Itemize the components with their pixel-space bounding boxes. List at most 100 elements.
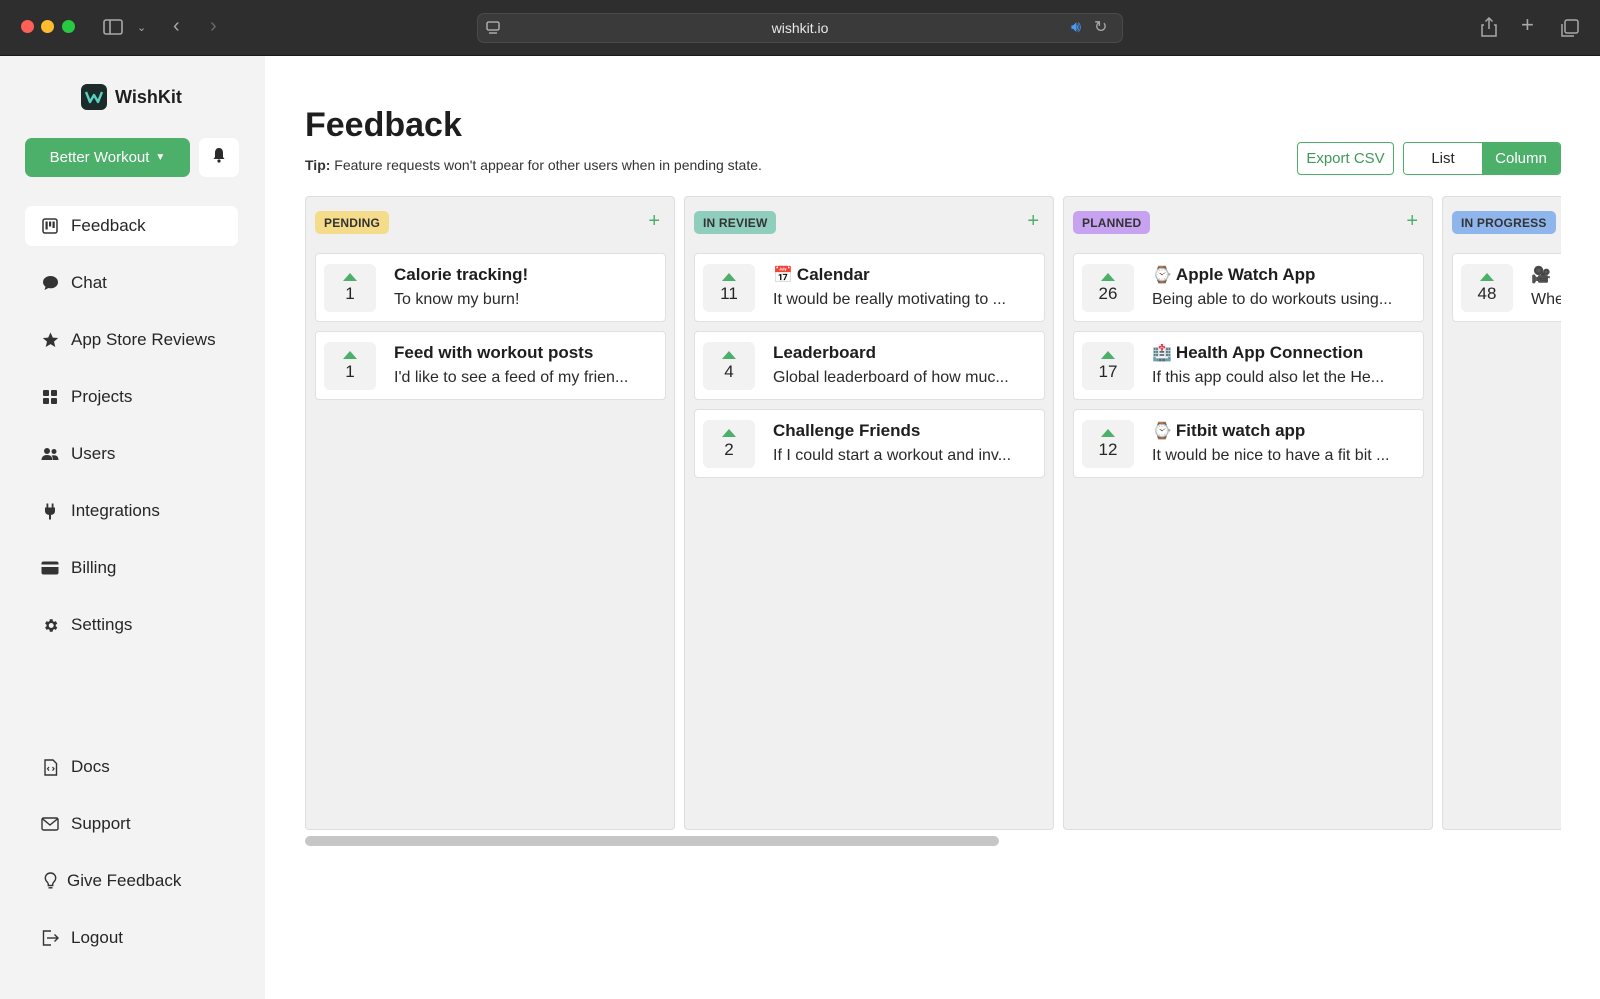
upvote-button[interactable]: 26 xyxy=(1082,264,1134,312)
credit-card-icon xyxy=(41,559,59,577)
feature-card[interactable]: 17 🏥 Health App Connection If this app co… xyxy=(1073,331,1424,400)
sidebar-item-label: Users xyxy=(71,444,116,463)
status-badge: IN REVIEW xyxy=(694,211,777,234)
app-logo[interactable]: WishKit xyxy=(81,84,182,110)
upvote-button[interactable]: 1 xyxy=(324,342,376,390)
feature-card[interactable]: 26 ⌚ Apple Watch App Being able to do wor… xyxy=(1073,253,1424,322)
chevron-down-icon[interactable]: ⌄ xyxy=(137,20,146,36)
feature-card[interactable]: 4 Leaderboard Global leaderboard of how … xyxy=(694,331,1045,400)
sidebar-item-billing[interactable]: Billing xyxy=(25,548,238,588)
card-title: ⌚ Fitbit watch app xyxy=(1152,421,1413,441)
sidebar-item-app-store-reviews[interactable]: App Store Reviews xyxy=(25,320,238,360)
forward-icon[interactable]: › xyxy=(210,16,217,36)
upvote-button[interactable]: 2 xyxy=(703,420,755,468)
project-selector-button[interactable]: Better Workout ▼ xyxy=(25,138,190,177)
sidebar-item-label: Billing xyxy=(71,558,117,577)
upvote-arrow-icon xyxy=(1101,273,1115,281)
sidebar-item-label: Docs xyxy=(71,757,110,776)
feature-card[interactable]: 2 Challenge Friends If I could start a w… xyxy=(694,409,1045,478)
upvote-button[interactable]: 11 xyxy=(703,264,755,312)
feature-card[interactable]: 12 ⌚ Fitbit watch app It would be nice to… xyxy=(1073,409,1424,478)
sidebar: WishKit Better Workout ▼ Feedback Chat A… xyxy=(0,56,265,999)
card-title: 📅 Calendar xyxy=(773,265,1034,285)
upvote-button[interactable]: 4 xyxy=(703,342,755,390)
sidebar-item-label: Feedback xyxy=(71,216,146,235)
card-title: 🏥 Health App Connection xyxy=(1152,343,1413,363)
reload-icon[interactable]: ↻ xyxy=(1094,20,1107,36)
view-toggle: List Column xyxy=(1403,142,1561,175)
star-icon xyxy=(41,331,59,349)
upvote-arrow-icon xyxy=(1480,273,1494,281)
card-title-text: Health App Connection xyxy=(1175,343,1364,362)
upvote-button[interactable]: 12 xyxy=(1082,420,1134,468)
sidebar-item-chat[interactable]: Chat xyxy=(25,263,238,303)
card-title: Challenge Friends xyxy=(773,421,1034,441)
add-request-button[interactable]: + xyxy=(1406,211,1418,231)
status-badge: IN PROGRESS xyxy=(1452,211,1556,234)
horizontal-scrollbar[interactable] xyxy=(305,836,999,846)
vote-count: 2 xyxy=(724,440,734,459)
minimize-window-button[interactable] xyxy=(41,20,54,33)
status-badge: PLANNED xyxy=(1073,211,1151,234)
sidebar-item-support[interactable]: Support xyxy=(25,804,238,844)
back-icon[interactable]: ‹ xyxy=(173,16,180,36)
calendar-emoji-icon: 📅 xyxy=(773,267,793,284)
sidebar-item-label: Logout xyxy=(71,928,123,947)
share-icon[interactable] xyxy=(1481,16,1497,41)
maximize-window-button[interactable] xyxy=(62,20,75,33)
kanban-board: PENDING + 1 Calorie tracking! To know my… xyxy=(305,196,1561,830)
vote-count: 12 xyxy=(1098,440,1118,459)
vote-count: 11 xyxy=(720,284,738,303)
notifications-button[interactable] xyxy=(199,138,239,177)
card-title-text: Calorie tracking! xyxy=(394,265,529,284)
sidebar-item-integrations[interactable]: Integrations xyxy=(25,491,238,531)
add-request-button[interactable]: + xyxy=(648,211,660,231)
add-request-button[interactable]: + xyxy=(1027,211,1039,231)
close-window-button[interactable] xyxy=(21,20,34,33)
column-planned: PLANNED + 26 ⌚ Apple Watch App Being able… xyxy=(1063,196,1433,830)
tab-overview-icon[interactable] xyxy=(1561,19,1579,41)
caret-down-icon: ▼ xyxy=(155,152,166,163)
vote-count: 1 xyxy=(345,362,355,381)
sidebar-item-projects[interactable]: Projects xyxy=(25,377,238,417)
card-description: Global leaderboard of how muc... xyxy=(773,369,1009,386)
card-title: Leaderboard xyxy=(773,343,1034,363)
card-description: Being able to do workouts using... xyxy=(1152,291,1393,308)
new-tab-icon[interactable]: + xyxy=(1521,14,1534,36)
audio-icon[interactable]: 🔊︎ xyxy=(1071,20,1081,36)
sidebar-item-docs[interactable]: Docs xyxy=(25,747,238,787)
card-title-text: Apple Watch App xyxy=(1175,265,1316,284)
feature-card[interactable]: 48 🎥 Whe xyxy=(1452,253,1561,322)
column-view-button[interactable]: Column xyxy=(1482,143,1560,174)
card-description: If I could start a workout and inv... xyxy=(773,447,1012,464)
upvote-arrow-icon xyxy=(1101,351,1115,359)
sidebar-item-users[interactable]: Users xyxy=(25,434,238,474)
chat-bubble-icon xyxy=(41,274,59,292)
tip-message: Feature requests won't appear for other … xyxy=(334,157,762,173)
feature-card[interactable]: 1 Calorie tracking! To know my burn! xyxy=(315,253,666,322)
export-csv-button[interactable]: Export CSV xyxy=(1297,142,1394,175)
sidebar-item-give-feedback[interactable]: Give Feedback xyxy=(25,861,238,901)
sidebar-item-logout[interactable]: Logout xyxy=(25,918,238,958)
address-bar[interactable]: wishkit.io 🔊︎ ↻ xyxy=(477,13,1123,43)
feature-card[interactable]: 1 Feed with workout posts I'd like to se… xyxy=(315,331,666,400)
list-view-button[interactable]: List xyxy=(1404,143,1482,174)
card-description: If this app could also let the He... xyxy=(1152,369,1385,386)
watch-emoji-icon: ⌚ xyxy=(1152,423,1172,440)
vote-count: 1 xyxy=(345,284,355,303)
vote-count: 26 xyxy=(1098,284,1118,303)
sidebar-item-feedback[interactable]: Feedback xyxy=(25,206,238,246)
sidebar-item-settings[interactable]: Settings xyxy=(25,605,238,645)
sidebar-toggle-icon[interactable] xyxy=(103,19,123,39)
feature-card[interactable]: 11 📅 Calendar It would be really motivati… xyxy=(694,253,1045,322)
upvote-button[interactable]: 48 xyxy=(1461,264,1513,312)
sidebar-item-label: Projects xyxy=(71,387,133,406)
sidebar-item-label: Give Feedback xyxy=(67,871,182,890)
page-title: Feedback xyxy=(305,106,462,144)
upvote-button[interactable]: 1 xyxy=(324,264,376,312)
project-selector-label: Better Workout xyxy=(49,149,150,166)
upvote-button[interactable]: 17 xyxy=(1082,342,1134,390)
card-description: Whe xyxy=(1531,291,1561,308)
app-name: WishKit xyxy=(115,86,182,107)
upvote-arrow-icon xyxy=(722,273,736,281)
